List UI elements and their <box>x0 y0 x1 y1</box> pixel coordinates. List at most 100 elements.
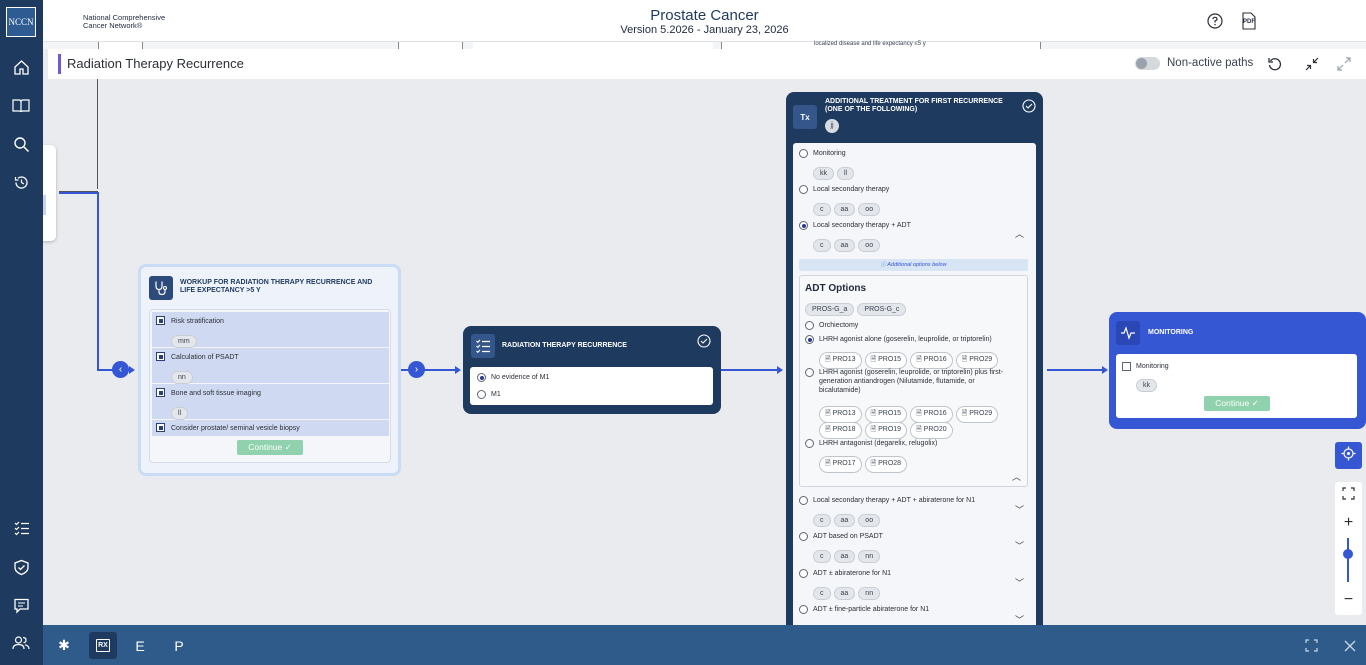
reference-chip[interactable]: aa <box>833 550 856 563</box>
collapse-icon[interactable] <box>1304 56 1320 72</box>
document-chip[interactable]: 🗎 PRO28 <box>864 456 908 473</box>
option-radio[interactable] <box>799 185 808 194</box>
chevron-up-icon[interactable]: ︿ <box>1015 227 1024 240</box>
document-chip[interactable]: 🗎 PRO16 <box>910 352 953 369</box>
option-label[interactable]: Local secondary therapy + ADT + abirater… <box>813 496 975 505</box>
document-chip[interactable]: 🗎 PRO17 <box>819 456 862 473</box>
adt-option-label[interactable]: Orchiectomy <box>819 321 858 330</box>
chevron-down-icon[interactable]: ﹀ <box>1015 576 1024 589</box>
option-radio[interactable] <box>799 532 808 541</box>
shield-icon[interactable] <box>11 557 31 577</box>
adt-option-label[interactable]: LHRH agonist alone (goserelin, leuprolid… <box>819 335 992 344</box>
history-icon[interactable] <box>11 172 31 192</box>
reference-chip[interactable]: kk <box>813 167 834 180</box>
option-radio[interactable] <box>799 496 808 505</box>
additional-treatment-card[interactable]: Tx Additional treatment for first recurr… <box>786 92 1043 625</box>
next-node-button[interactable]: › <box>408 361 425 378</box>
expand-icon[interactable] <box>1336 56 1352 72</box>
workup-item[interactable]: Risk stratification mm <box>152 312 389 348</box>
reference-chip[interactable]: ll <box>171 407 189 420</box>
workup-continue-button[interactable]: Continue ✓ <box>237 440 303 455</box>
chevron-down-icon[interactable]: ﹀ <box>1015 503 1024 516</box>
adt-option-radio[interactable] <box>805 321 814 330</box>
document-chip[interactable]: 🗎 PRO20 <box>910 422 953 439</box>
document-chip[interactable]: 🗎 PRO15 <box>864 352 908 369</box>
option-label[interactable]: Local secondary therapy + ADT <box>813 221 911 230</box>
reference-chip[interactable]: c <box>813 514 831 527</box>
reference-chip[interactable]: PROS-G_a <box>805 303 855 316</box>
reset-icon[interactable] <box>1267 56 1283 72</box>
users-icon[interactable] <box>11 633 31 653</box>
reference-chip[interactable]: aa <box>833 514 856 527</box>
document-chip[interactable]: 🗎 PRO29 <box>955 352 999 369</box>
reference-chip[interactable]: nn <box>171 371 193 384</box>
option-label[interactable]: ADT ± abiraterone for N1 <box>813 569 891 578</box>
help-icon[interactable] <box>1207 13 1223 29</box>
nonactive-paths-toggle[interactable] <box>1135 57 1160 70</box>
workup-item[interactable]: Bone and soft tissue imaging ll <box>152 384 389 420</box>
adt-option-radio[interactable] <box>805 439 814 448</box>
rtr-option-label[interactable]: No evidence of M1 <box>491 373 549 382</box>
fit-view-icon[interactable] <box>1342 487 1355 500</box>
side-panel-peek[interactable] <box>43 145 56 241</box>
adt-option-radio[interactable] <box>805 368 814 377</box>
comment-icon[interactable] <box>11 595 31 615</box>
option-label[interactable]: ADT based on PSADT <box>813 532 883 541</box>
option-label[interactable]: Local secondary therapy <box>813 185 889 194</box>
option-radio[interactable] <box>799 221 808 230</box>
option-radio[interactable] <box>799 605 808 614</box>
reference-chip[interactable]: nn <box>858 587 881 600</box>
chevron-down-icon[interactable]: ﹀ <box>1015 613 1024 625</box>
option-radio[interactable] <box>799 569 808 578</box>
monitoring-continue-button[interactable]: Continue ✓ <box>1204 396 1270 411</box>
bottom-item-e[interactable]: E <box>126 632 154 659</box>
reference-chip[interactable]: ll <box>837 167 855 180</box>
document-chip[interactable]: 🗎 PRO19 <box>864 422 908 439</box>
rtr-option-radio[interactable] <box>477 373 486 382</box>
document-chip[interactable]: 🗎 PRO29 <box>955 406 999 423</box>
reference-chip[interactable]: oo <box>858 514 881 527</box>
workup-item-checkbox[interactable] <box>156 352 165 361</box>
asterisk-icon[interactable]: ✱ <box>50 632 78 659</box>
zoom-slider-handle[interactable] <box>1343 549 1353 559</box>
reference-chip[interactable]: c <box>813 587 831 600</box>
workup-item-checkbox[interactable] <box>156 316 165 325</box>
fullscreen-icon[interactable] <box>1305 639 1318 652</box>
recenter-button[interactable] <box>1335 442 1362 469</box>
rtr-card[interactable]: Radiation therapy recurrence No evidence… <box>463 326 721 414</box>
reference-chip[interactable]: aa <box>833 587 856 600</box>
reference-chip[interactable]: oo <box>858 203 881 216</box>
option-radio[interactable] <box>799 149 808 158</box>
home-icon[interactable] <box>11 57 31 77</box>
monitoring-checkbox[interactable] <box>1122 362 1131 371</box>
option-label[interactable]: Monitoring <box>813 149 846 158</box>
checklist-icon[interactable] <box>11 518 31 538</box>
reference-chip[interactable]: oo <box>858 239 881 252</box>
workup-item-checkbox[interactable] <box>156 423 165 432</box>
reference-chip[interactable]: PROS-G_c <box>857 303 907 316</box>
book-icon[interactable] <box>11 96 31 116</box>
reference-chip[interactable]: aa <box>833 203 856 216</box>
bottom-item-p[interactable]: P <box>165 632 193 659</box>
zoom-out-button[interactable]: − <box>1341 592 1356 608</box>
monitoring-option-label[interactable]: Monitoring <box>1136 362 1169 371</box>
pdf-icon[interactable]: PDF <box>1242 12 1256 30</box>
workup-item-checkbox[interactable] <box>156 388 165 397</box>
bottom-item-rx[interactable]: RX <box>89 632 117 659</box>
reference-chip[interactable]: mm <box>171 335 197 348</box>
search-icon[interactable] <box>11 134 31 154</box>
additional-badge[interactable]: jj <box>825 119 839 133</box>
reference-chip[interactable]: kk <box>1136 379 1157 392</box>
monitoring-card[interactable]: Monitoring Monitoring kk Continue ✓ <box>1109 312 1366 429</box>
reference-chip[interactable]: c <box>813 203 831 216</box>
adt-option-radio[interactable] <box>805 335 814 344</box>
document-chip[interactable]: 🗎 PRO13 <box>819 352 862 369</box>
reference-chip[interactable]: aa <box>833 239 856 252</box>
zoom-in-button[interactable]: + <box>1341 515 1356 531</box>
chevron-down-icon[interactable]: ﹀ <box>1015 539 1024 552</box>
zoom-slider-track[interactable] <box>1347 538 1349 582</box>
flow-canvas[interactable]: ‹ › Workup for radiation therapy recurre… <box>43 79 1366 625</box>
option-label[interactable]: ADT ± fine-particle abiraterone for N1 <box>813 605 929 614</box>
rtr-option-label[interactable]: M1 <box>491 390 501 399</box>
adt-option-label[interactable]: LHRH antagonist (degarelix, relugolix) <box>819 439 937 448</box>
